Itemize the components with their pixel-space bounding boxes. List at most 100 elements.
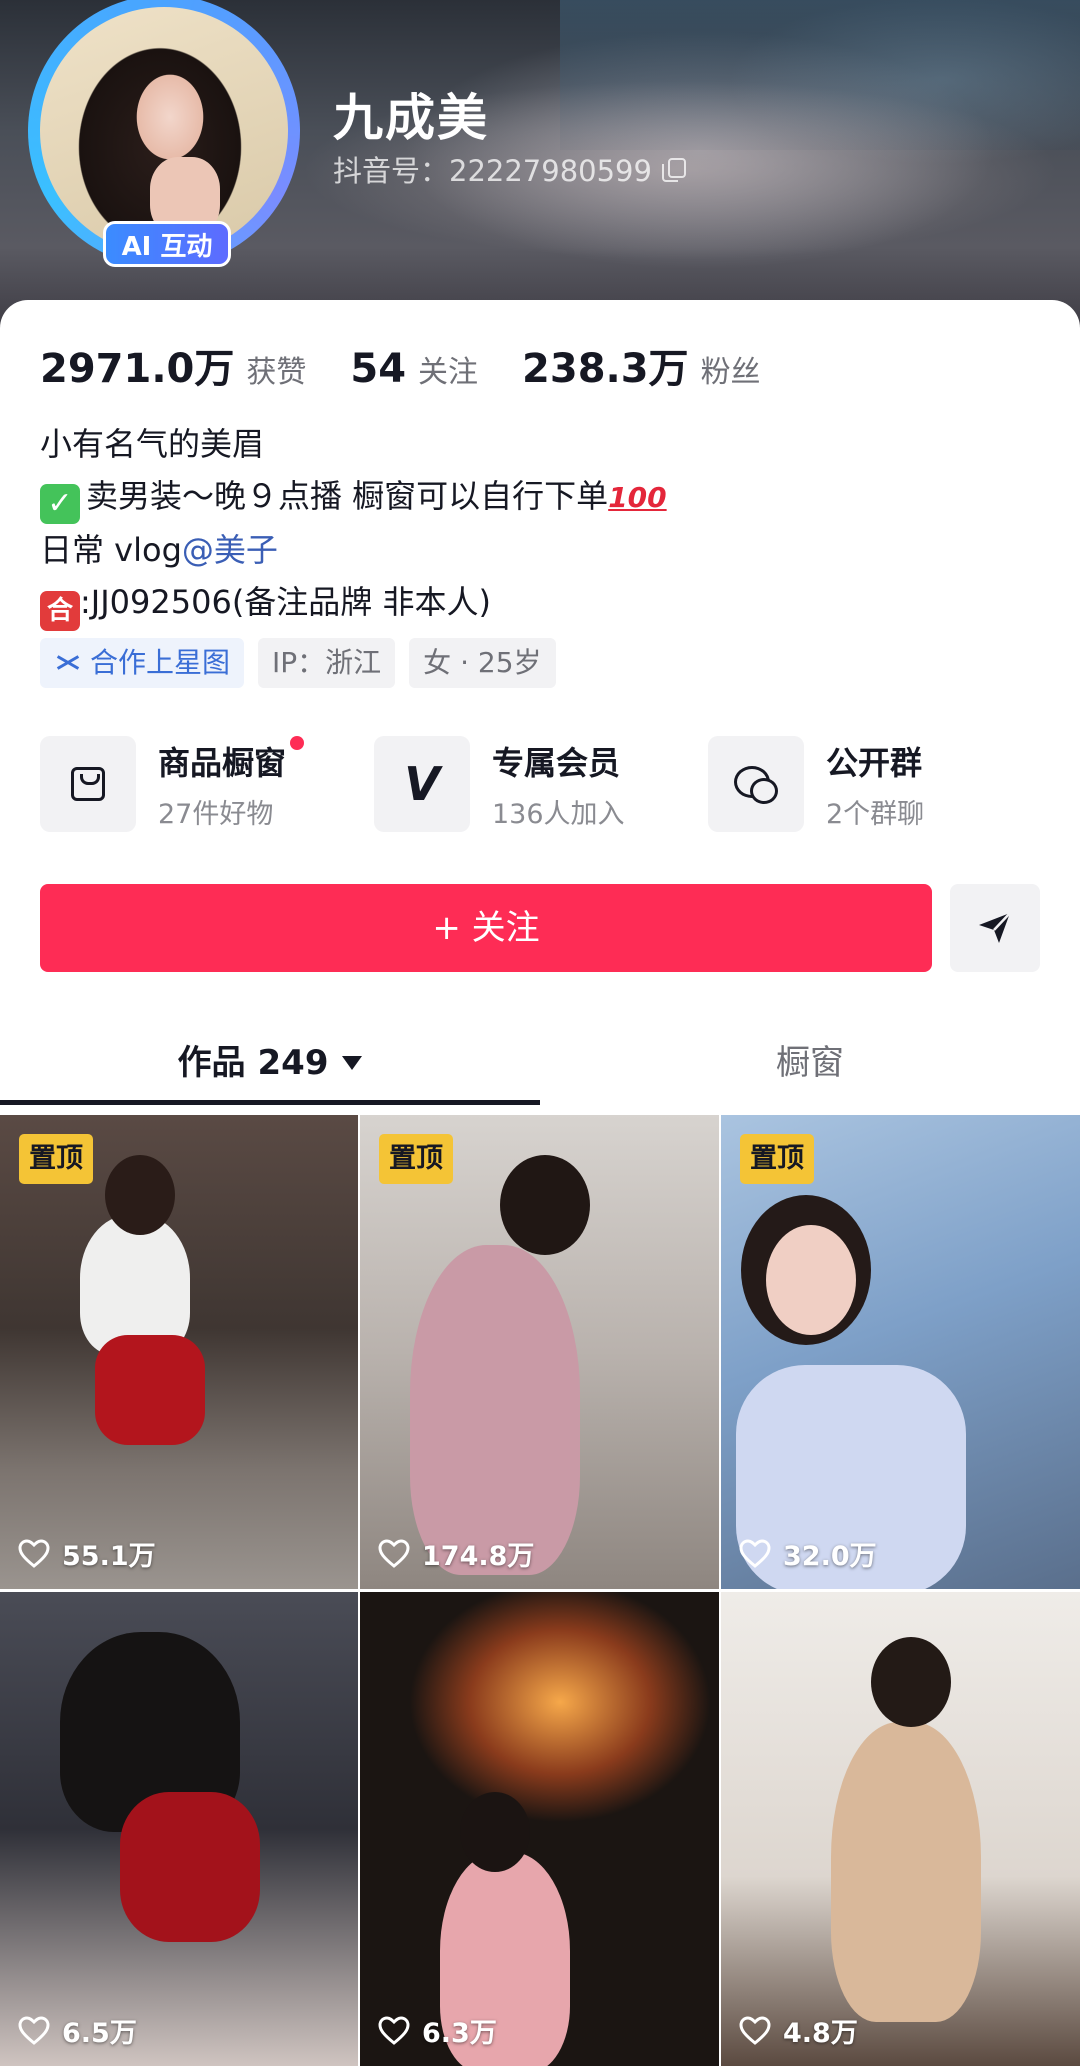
profile-tags: 合作上星图 IP：浙江 女 · 25岁 xyxy=(40,638,556,688)
shop-window-subtitle: 27件好物 xyxy=(158,798,274,830)
tab-works-count: 249 xyxy=(257,1043,329,1083)
video-likes: 4.8万 xyxy=(739,2011,858,2050)
video-likes: 174.8万 xyxy=(378,1534,534,1573)
bio-line-2-text: 卖男装～晚９点播 橱窗可以自行下单 xyxy=(86,477,609,515)
membership-icon-box: V xyxy=(374,736,470,832)
douyin-id-row[interactable]: 抖音号：22227980599 xyxy=(333,148,686,190)
tab-showcase-label: 橱窗 xyxy=(776,1043,844,1083)
stat-following-label: 关注 xyxy=(418,355,479,390)
pinned-badge: 置顶 xyxy=(19,1134,93,1184)
notification-dot xyxy=(290,735,305,750)
heart-icon xyxy=(18,2015,50,2045)
group-icon-box xyxy=(708,736,804,832)
tab-showcase[interactable]: 橱窗 xyxy=(540,1020,1080,1106)
thumbnail-head xyxy=(105,1155,175,1235)
shop-window-texts: 商品橱窗 27件好物 xyxy=(158,735,305,831)
cooperation-emoji-icon: 合 xyxy=(40,591,80,631)
video-likes: 6.5万 xyxy=(18,2011,137,2050)
vip-v-icon: V xyxy=(404,757,440,811)
profile-nickname: 九成美 xyxy=(333,89,489,147)
thumbnail-head xyxy=(871,1637,951,1727)
video-likes-count: 4.8万 xyxy=(783,2018,858,2049)
video-thumbnail[interactable]: 6.5万 xyxy=(0,1592,358,2066)
stat-likes[interactable]: 2971.0万 获赞 xyxy=(40,336,306,394)
profile-card: 2971.0万 获赞 54 关注 238.3万 粉丝 小有名气的美眉 ✓ 卖男装～… xyxy=(0,300,1080,2067)
thumbnail-skirt xyxy=(95,1335,205,1445)
tag-xingtu-label: 合作上星图 xyxy=(90,646,231,679)
send-arrow-icon xyxy=(979,912,1011,943)
bio-line-3-text: 日常 vlog xyxy=(40,531,182,569)
tab-works[interactable]: 作品 249 xyxy=(0,1020,540,1106)
bio-line-2: ✓ 卖男装～晚９点播 橱窗可以自行下单100 xyxy=(40,470,667,524)
pinned-badge: 置顶 xyxy=(379,1134,453,1184)
heart-icon xyxy=(739,1538,771,1568)
membership-subtitle: 136人加入 xyxy=(492,798,625,830)
hundred-points-emoji-icon: 100 xyxy=(608,481,667,514)
follow-button[interactable]: + 关注 xyxy=(40,884,932,972)
heart-icon xyxy=(378,1538,410,1568)
video-likes-count: 32.0万 xyxy=(783,1541,877,1572)
thumbnail-skirt xyxy=(120,1792,260,1942)
video-thumbnail[interactable]: 置顶 174.8万 xyxy=(360,1115,719,1589)
feature-membership[interactable]: V 专属会员 136人加入 xyxy=(374,736,708,832)
profile-bio: 小有名气的美眉 ✓ 卖男装～晚９点播 橱窗可以自行下单100 日常 vlog@美子… xyxy=(40,418,667,631)
heart-icon xyxy=(378,2015,410,2045)
stat-followers[interactable]: 238.3万 粉丝 xyxy=(522,336,761,394)
shop-window-icon-box xyxy=(40,736,136,832)
xingtu-star-icon xyxy=(54,652,82,674)
tab-works-label: 作品 xyxy=(177,1043,246,1083)
share-button[interactable] xyxy=(950,884,1040,972)
bio-line-3: 日常 vlog@美子 xyxy=(40,524,667,576)
video-thumbnail[interactable]: 4.8万 xyxy=(721,1592,1080,2066)
group-chat-icon xyxy=(734,764,778,804)
shopping-bag-icon xyxy=(71,767,105,801)
video-thumbnail[interactable]: 置顶 55.1万 xyxy=(0,1115,358,1589)
video-likes: 32.0万 xyxy=(739,1534,877,1573)
copy-icon[interactable] xyxy=(661,158,686,182)
dropdown-triangle-icon[interactable] xyxy=(342,1056,363,1070)
bio-line-1: 小有名气的美眉 xyxy=(40,425,265,463)
stat-followers-label: 粉丝 xyxy=(700,355,761,390)
thumbnail-figure xyxy=(80,1215,190,1355)
video-likes-count: 6.3万 xyxy=(422,2018,497,2049)
thumbnail-head xyxy=(500,1155,590,1255)
bio-line-4: 合:JJ092506(备注品牌 非本人) xyxy=(40,576,667,631)
membership-title: 专属会员 xyxy=(492,743,621,782)
membership-texts: 专属会员 136人加入 xyxy=(492,738,625,831)
ai-interaction-badge[interactable]: AI 互动 xyxy=(103,221,231,267)
profile-cover-banner: AI 互动 九成美 抖音号：22227980599 xyxy=(0,0,1080,330)
feature-shop-window[interactable]: 商品橱窗 27件好物 xyxy=(40,735,374,832)
group-texts: 公开群 2个群聊 xyxy=(826,738,924,831)
bio-mention-link[interactable]: @美子 xyxy=(182,531,278,569)
active-tab-indicator xyxy=(0,1100,540,1105)
feature-public-group[interactable]: 公开群 2个群聊 xyxy=(708,736,1042,832)
stat-likes-label: 获赞 xyxy=(246,355,307,390)
heart-icon xyxy=(739,2015,771,2045)
video-likes: 55.1万 xyxy=(18,1534,156,1573)
douyin-id-text: 抖音号：22227980599 xyxy=(333,154,652,188)
stat-following[interactable]: 54 关注 xyxy=(350,346,478,392)
video-thumbnail[interactable]: 置顶 32.0万 xyxy=(721,1115,1080,1589)
stat-following-value: 54 xyxy=(350,346,407,392)
video-likes: 6.3万 xyxy=(378,2011,497,2050)
video-thumbnail[interactable]: 6.3万 xyxy=(360,1592,719,2066)
tag-ip-label: IP：浙江 xyxy=(272,646,382,679)
stat-followers-value: 238.3万 xyxy=(522,346,689,392)
video-likes-count: 6.5万 xyxy=(62,2018,137,2049)
heart-icon xyxy=(18,1538,50,1568)
shop-window-title: 商品橱窗 xyxy=(158,743,287,782)
thumbnail-figure xyxy=(410,1245,580,1575)
video-likes-count: 55.1万 xyxy=(62,1541,156,1572)
profile-stats: 2971.0万 获赞 54 关注 238.3万 粉丝 xyxy=(40,336,805,394)
content-tabs: 作品 249 橱窗 xyxy=(0,1020,1080,1106)
tag-xingtu-cooperation[interactable]: 合作上星图 xyxy=(40,638,245,688)
tag-ip-location: IP：浙江 xyxy=(258,638,396,688)
thumbnail-head xyxy=(460,1792,530,1872)
video-grid: 置顶 55.1万 置顶 174.8万 置顶 32.0万 6.5万 6.3万 4.… xyxy=(0,1115,1080,2066)
thumbnail-face xyxy=(766,1225,856,1335)
check-mark-emoji-icon: ✓ xyxy=(40,484,80,524)
avatar[interactable] xyxy=(40,7,288,255)
group-subtitle: 2个群聊 xyxy=(826,798,925,830)
tag-gender-age-label: 女 · 25岁 xyxy=(423,646,542,679)
profile-features: 商品橱窗 27件好物 V 专属会员 136人加入 公开群 2个群聊 xyxy=(40,735,1050,832)
